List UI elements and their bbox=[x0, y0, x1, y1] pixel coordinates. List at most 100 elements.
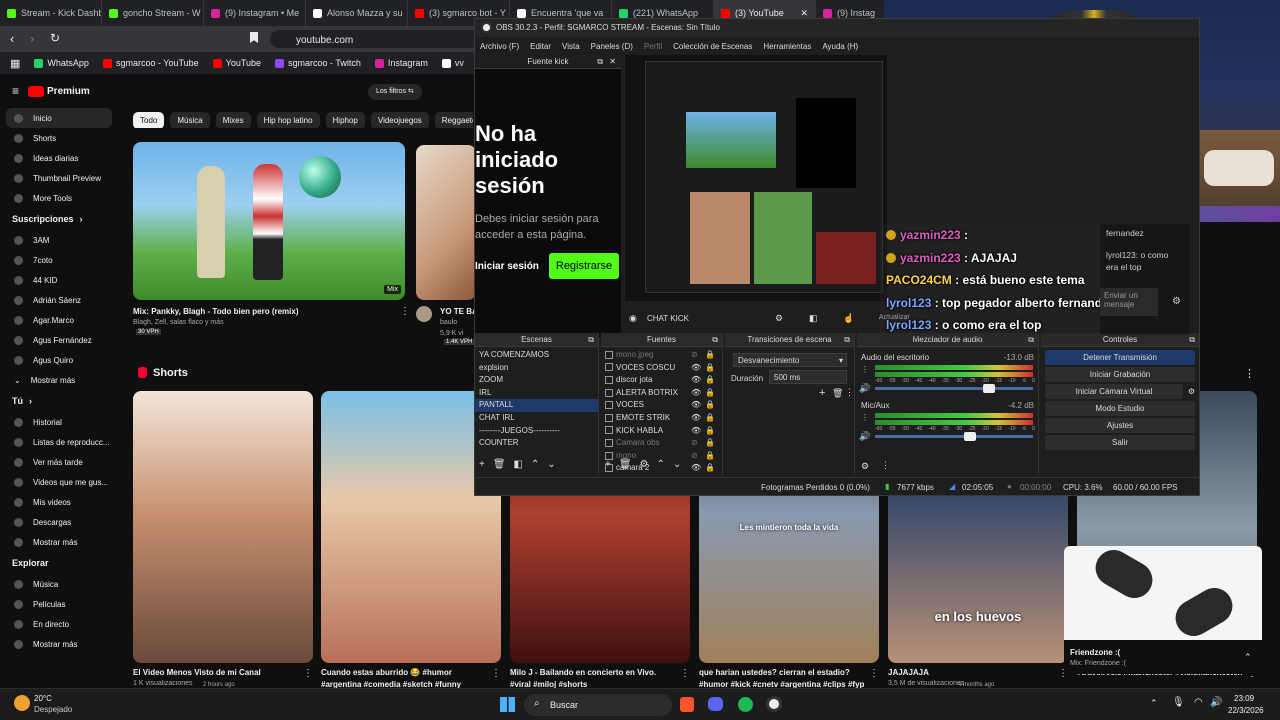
duration-field[interactable]: 500 ms bbox=[769, 370, 847, 384]
bookmark-item[interactable]: WhatsApp bbox=[34, 58, 89, 68]
source-item[interactable]: VOCES 👁 🔒 bbox=[601, 399, 722, 412]
lock-icon[interactable]: 🔒 bbox=[705, 387, 715, 400]
sidebar-item[interactable]: Thumbnail Preview bbox=[0, 168, 118, 188]
kick-register-button[interactable]: Registrarse bbox=[549, 253, 619, 279]
obs-menu-item[interactable]: Paneles (D) bbox=[591, 42, 633, 51]
more-options-icon[interactable]: ⋮ bbox=[400, 306, 410, 317]
arrow-up-icon[interactable]: ⌃ bbox=[531, 459, 539, 470]
scene-item[interactable]: --------JUEGOS---------- bbox=[475, 425, 598, 438]
add-icon[interactable]: + bbox=[479, 459, 485, 470]
browser-tab[interactable]: Alonso Mazza y su bbox=[306, 0, 408, 26]
forward-icon[interactable]: › bbox=[30, 31, 34, 46]
browser-tab[interactable]: Stream - Kick Dashb bbox=[0, 0, 102, 26]
filters-button[interactable]: Los filtros ⇆ bbox=[368, 84, 422, 100]
source-item[interactable]: ALERTA BOTRIX 👁 🔒 bbox=[601, 387, 722, 400]
visibility-icon[interactable]: 👁 bbox=[691, 399, 701, 412]
close-icon[interactable]: ✕ bbox=[800, 8, 808, 19]
spotify-icon[interactable] bbox=[738, 697, 753, 712]
gear-icon[interactable]: ⚙ bbox=[861, 461, 869, 472]
visibility-icon[interactable]: 👁 bbox=[691, 412, 701, 425]
lock-icon[interactable]: 🔒 bbox=[705, 462, 715, 475]
gear-icon[interactable]: ⚙ bbox=[1172, 296, 1181, 307]
lock-icon[interactable]: 🔒 bbox=[705, 425, 715, 438]
scene-item[interactable]: IRL bbox=[475, 387, 598, 400]
obs-taskbar-icon[interactable] bbox=[766, 696, 782, 712]
subscription-item[interactable]: Agus Quiro bbox=[0, 350, 118, 370]
bookmark-icon[interactable] bbox=[250, 32, 258, 43]
subscription-item[interactable]: Adrián Sáenz bbox=[0, 290, 118, 310]
scene-item[interactable]: YA COMENZAMOS bbox=[475, 349, 598, 362]
more-options-icon[interactable]: ⋮ bbox=[491, 668, 501, 679]
trash-icon[interactable]: 🗑 bbox=[832, 388, 843, 399]
control-button[interactable]: Detener Transmisión bbox=[1045, 350, 1195, 365]
obs-menu-item[interactable]: Perfil bbox=[644, 42, 662, 51]
visibility-icon[interactable]: ⊘ bbox=[691, 437, 698, 450]
weather-icon[interactable] bbox=[14, 695, 30, 711]
add-icon[interactable]: + bbox=[819, 387, 825, 399]
control-button[interactable]: Ajustes bbox=[1045, 418, 1195, 433]
more-options-icon[interactable]: ⋮ bbox=[881, 460, 890, 471]
sidebar-item[interactable]: More Tools bbox=[0, 188, 118, 208]
lock-icon[interactable]: 🔒 bbox=[705, 450, 715, 463]
undock-icon[interactable]: ⧉ bbox=[844, 333, 850, 347]
sidebar-item[interactable]: Inicio bbox=[6, 108, 112, 128]
control-button[interactable]: Iniciar Cámara Virtual ⚙ bbox=[1045, 384, 1195, 399]
more-options-icon[interactable]: ⋮ bbox=[303, 668, 313, 679]
video-title[interactable]: Mix: Pankky, Blagh - Todo bien pero (rem… bbox=[133, 307, 403, 316]
undock-icon[interactable]: ⧉ bbox=[597, 55, 603, 69]
source-item[interactable]: mono.jpeg ⊘ 🔒 bbox=[601, 349, 722, 362]
explore-item[interactable]: Mostrar más bbox=[0, 634, 118, 654]
scene-item[interactable]: CHAT IRL bbox=[475, 412, 598, 425]
short-title[interactable]: Cuando estas aburrido 😂 #humor bbox=[321, 668, 486, 677]
avatar[interactable] bbox=[416, 306, 432, 322]
discord-icon[interactable] bbox=[708, 697, 723, 711]
windows-start-icon[interactable] bbox=[500, 697, 515, 712]
wifi-icon[interactable]: ◠ bbox=[1194, 697, 1203, 708]
obs-menu-item[interactable]: Vista bbox=[562, 42, 580, 51]
filter-icon[interactable]: ◧ bbox=[514, 459, 523, 470]
close-icon[interactable]: ✕ bbox=[609, 55, 616, 69]
you-item[interactable]: Ver más tarde bbox=[0, 452, 118, 472]
sidebar-item[interactable]: Ideas diarias bbox=[0, 148, 118, 168]
source-item[interactable]: Camara obs ⊘ 🔒 bbox=[601, 437, 722, 450]
you-item[interactable]: Listas de reproducc... bbox=[0, 432, 118, 452]
scene-item[interactable]: explsion bbox=[475, 362, 598, 375]
add-icon[interactable]: + bbox=[605, 459, 611, 470]
filter-chip[interactable]: Hiphop bbox=[325, 112, 365, 128]
source-item[interactable]: EMOTE STRIK 👁 🔒 bbox=[601, 412, 722, 425]
lock-icon[interactable]: 🔒 bbox=[705, 437, 715, 450]
filter-chip[interactable]: Reggaeton bbox=[434, 112, 473, 128]
filter-chip[interactable]: Música bbox=[170, 112, 210, 128]
filter-chip[interactable]: Todo bbox=[133, 112, 165, 128]
obs-preview[interactable] bbox=[625, 55, 887, 301]
more-options-icon[interactable]: ⋮ bbox=[869, 668, 879, 679]
video-channel[interactable]: baulo bbox=[440, 319, 457, 326]
more-options-icon[interactable]: ⋮ bbox=[861, 413, 869, 422]
arrow-down-icon[interactable]: ⌄ bbox=[547, 459, 555, 470]
you-item[interactable]: Descargas bbox=[0, 512, 118, 532]
bookmark-item[interactable]: vv bbox=[441, 58, 464, 68]
lock-icon[interactable]: 🔒 bbox=[705, 374, 715, 387]
short-title[interactable]: El Video Menos Visto de mi Canal bbox=[133, 668, 298, 677]
show-more-button[interactable]: ⌄ Mostrar más bbox=[0, 370, 118, 390]
visibility-icon[interactable]: 👁 bbox=[691, 425, 701, 438]
obs-menu-item[interactable]: Colección de Escenas bbox=[673, 42, 752, 51]
scene-item[interactable]: ZOOM bbox=[475, 374, 598, 387]
transition-select[interactable]: Desvanecimiento ▾ bbox=[733, 353, 847, 367]
taskbar-search[interactable]: ⌕ Buscar bbox=[524, 694, 672, 716]
more-options-icon[interactable]: ⋮ bbox=[861, 365, 869, 374]
obs-menu-item[interactable]: Archivo (F) bbox=[480, 42, 519, 51]
explore-item[interactable]: En directo bbox=[0, 614, 118, 634]
source-item[interactable]: discor jota 👁 🔒 bbox=[601, 374, 722, 387]
bookmark-item[interactable]: sgmarcoo - Twitch bbox=[275, 58, 361, 68]
trash-icon[interactable]: 🗑 bbox=[619, 459, 632, 470]
control-button[interactable]: Salir bbox=[1045, 435, 1195, 450]
visibility-icon[interactable]: 👁 bbox=[691, 362, 701, 375]
volume-icon[interactable]: 🔊 bbox=[859, 383, 870, 394]
chevron-up-icon[interactable]: ⌃ bbox=[1150, 698, 1158, 709]
explore-item[interactable]: Películas bbox=[0, 594, 118, 614]
control-button[interactable]: Modo Estudio bbox=[1045, 401, 1195, 416]
kick-login-link[interactable]: Iniciar sesión bbox=[475, 261, 539, 272]
lock-icon[interactable]: 🔒 bbox=[705, 399, 715, 412]
you-item[interactable]: Videos que me gus... bbox=[0, 472, 118, 492]
